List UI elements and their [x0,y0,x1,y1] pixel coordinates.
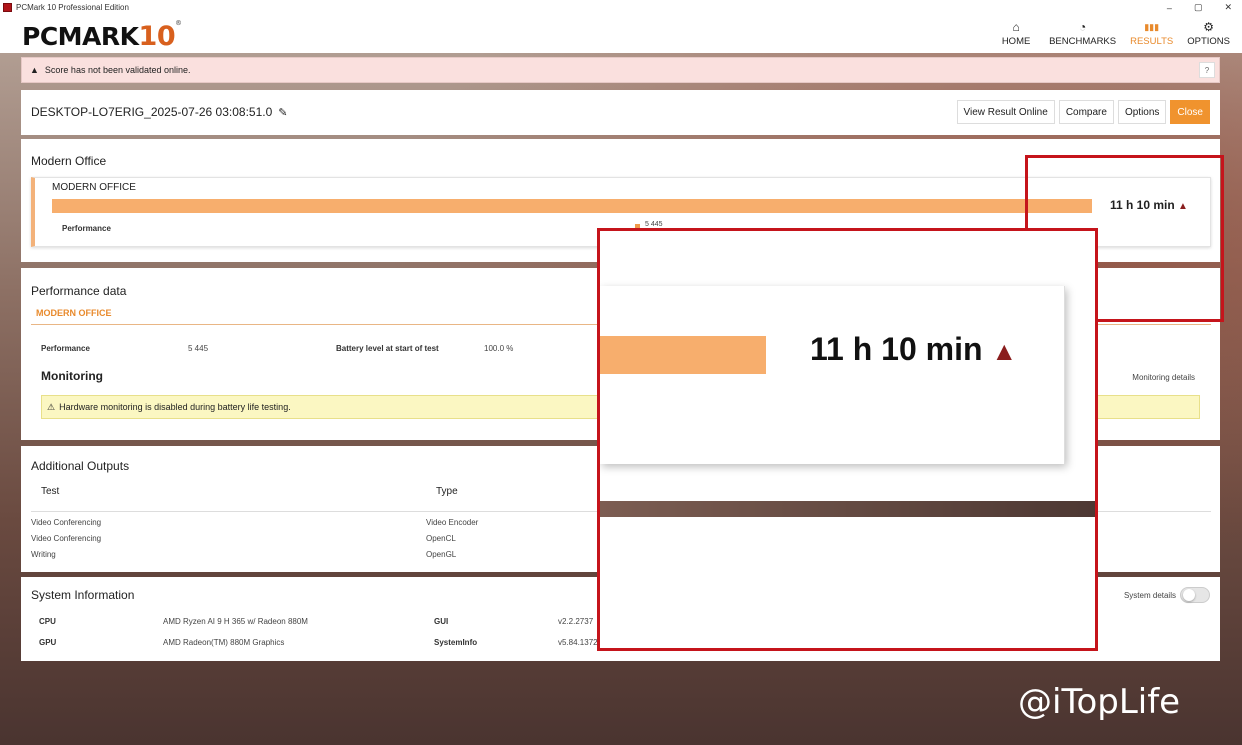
view-result-online-button[interactable]: View Result Online [956,100,1055,124]
score-bar [52,199,1092,213]
nav-benchmarks[interactable]: ◔ BENCHMARKS [1049,18,1116,47]
home-icon: ⌂ [1012,20,1020,34]
warning-icon: ▲ [30,65,39,75]
system-details-label: System details [1123,590,1176,600]
nav-benchmarks-label: BENCHMARKS [1049,36,1117,47]
column-test: Test [41,486,60,497]
window-title: PCMark 10 Professional Edition [16,3,129,12]
gui-label: GUI [434,617,449,626]
gauge-icon: ◔ [1078,20,1087,34]
warning-icon: ⚠ [47,401,56,412]
zoom-inset: 11 h 10 min ▲ [597,228,1098,651]
perf-value: 5 445 [188,344,209,353]
system-details-toggle[interactable]: System details [1124,587,1210,603]
options-button[interactable]: Options [1117,100,1167,124]
performance-label: Performance [62,224,111,233]
validation-alert: ▲ Score has not been validated online. ? [21,57,1220,83]
result-header: DESKTOP-LO7ERIG_2025-07-26 03:08:51.0 ✎ V… [21,90,1220,135]
edit-icon[interactable]: ✎ [278,107,287,119]
performance-value: 5 445 [645,221,663,228]
section-title: Performance data [31,284,127,298]
monitoring-details-link[interactable]: Monitoring details [1132,373,1195,382]
card-title: MODERN OFFICE [52,182,136,193]
watermark: @iTopLife [1018,682,1181,722]
validation-alert-text: Score has not been validated online. [44,65,191,75]
help-button[interactable]: ? [1199,62,1215,78]
section-title: Additional Outputs [31,459,130,473]
gui-value: v2.2.2737 [558,617,594,626]
section-title: Modern Office [31,154,107,168]
battery-value: 100.0 % [484,344,514,353]
minimize-button[interactable]: – [1167,3,1172,13]
zoom-result: 11 h 10 min ▲ [810,331,1018,367]
nav-results[interactable]: ▮▮▮ RESULTS [1130,18,1174,48]
nav-results-label: RESULTS [1130,36,1174,47]
battery-label: Battery level at start of test [336,344,439,353]
result-actions: View Result Online Compare Options Close [956,100,1210,124]
nav-options-label: OPTIONS [1187,36,1230,47]
nav-home-label: HOME [1001,36,1031,47]
systeminfo-label: SystemInfo [434,638,478,647]
systeminfo-value: v5.84.1372 [558,638,598,647]
maximize-button[interactable]: ▢ [1194,2,1203,13]
monitoring-title: Monitoring [41,369,103,383]
nav-options[interactable]: ⚙ OPTIONS [1187,18,1230,47]
zoom-card: 11 h 10 min ▲ [600,286,1065,464]
main-nav: ⌂ HOME ◔ BENCHMARKS ▮▮▮ RESULTS ⚙ OPTION… [997,18,1230,47]
app-icon [3,3,12,12]
result-name: DESKTOP-LO7ERIG_2025-07-26 03:08:51.0 ✎ [31,105,288,119]
app-header: PCMARK10 ® ⌂ HOME ◔ BENCHMARKS ▮▮▮ RESUL… [0,15,1242,53]
bar-chart-icon: ▮▮▮ [1144,21,1160,32]
toggle-switch[interactable] [1180,587,1210,603]
close-button[interactable]: Close [1170,100,1210,124]
window-controls: – ▢ ✕ [1167,0,1232,15]
section-title: System Information [31,588,135,602]
close-window-button[interactable]: ✕ [1224,2,1232,13]
compare-button[interactable]: Compare [1058,100,1114,124]
window-titlebar: PCMark 10 Professional Edition – ▢ ✕ [0,0,1242,15]
gear-icon: ⚙ [1203,20,1214,34]
perf-label: Performance [41,344,90,353]
pcmark-logo: PCMARK10 ® [22,19,182,52]
zoom-background-band [600,501,1095,517]
nav-home[interactable]: ⌂ HOME [997,18,1035,47]
zoom-score-bar [600,336,766,374]
cpu-value: AMD Ryzen AI 9 H 365 w/ Radeon 880M [163,617,308,626]
gpu-value: AMD Radeon(TM) 880M Graphics [163,638,285,647]
warning-icon: ▲ [991,336,1018,366]
gpu-label: GPU [39,638,57,647]
cpu-label: CPU [39,617,56,626]
monitoring-warning-text: Hardware monitoring is disabled during b… [59,402,291,412]
column-type: Type [436,486,458,497]
